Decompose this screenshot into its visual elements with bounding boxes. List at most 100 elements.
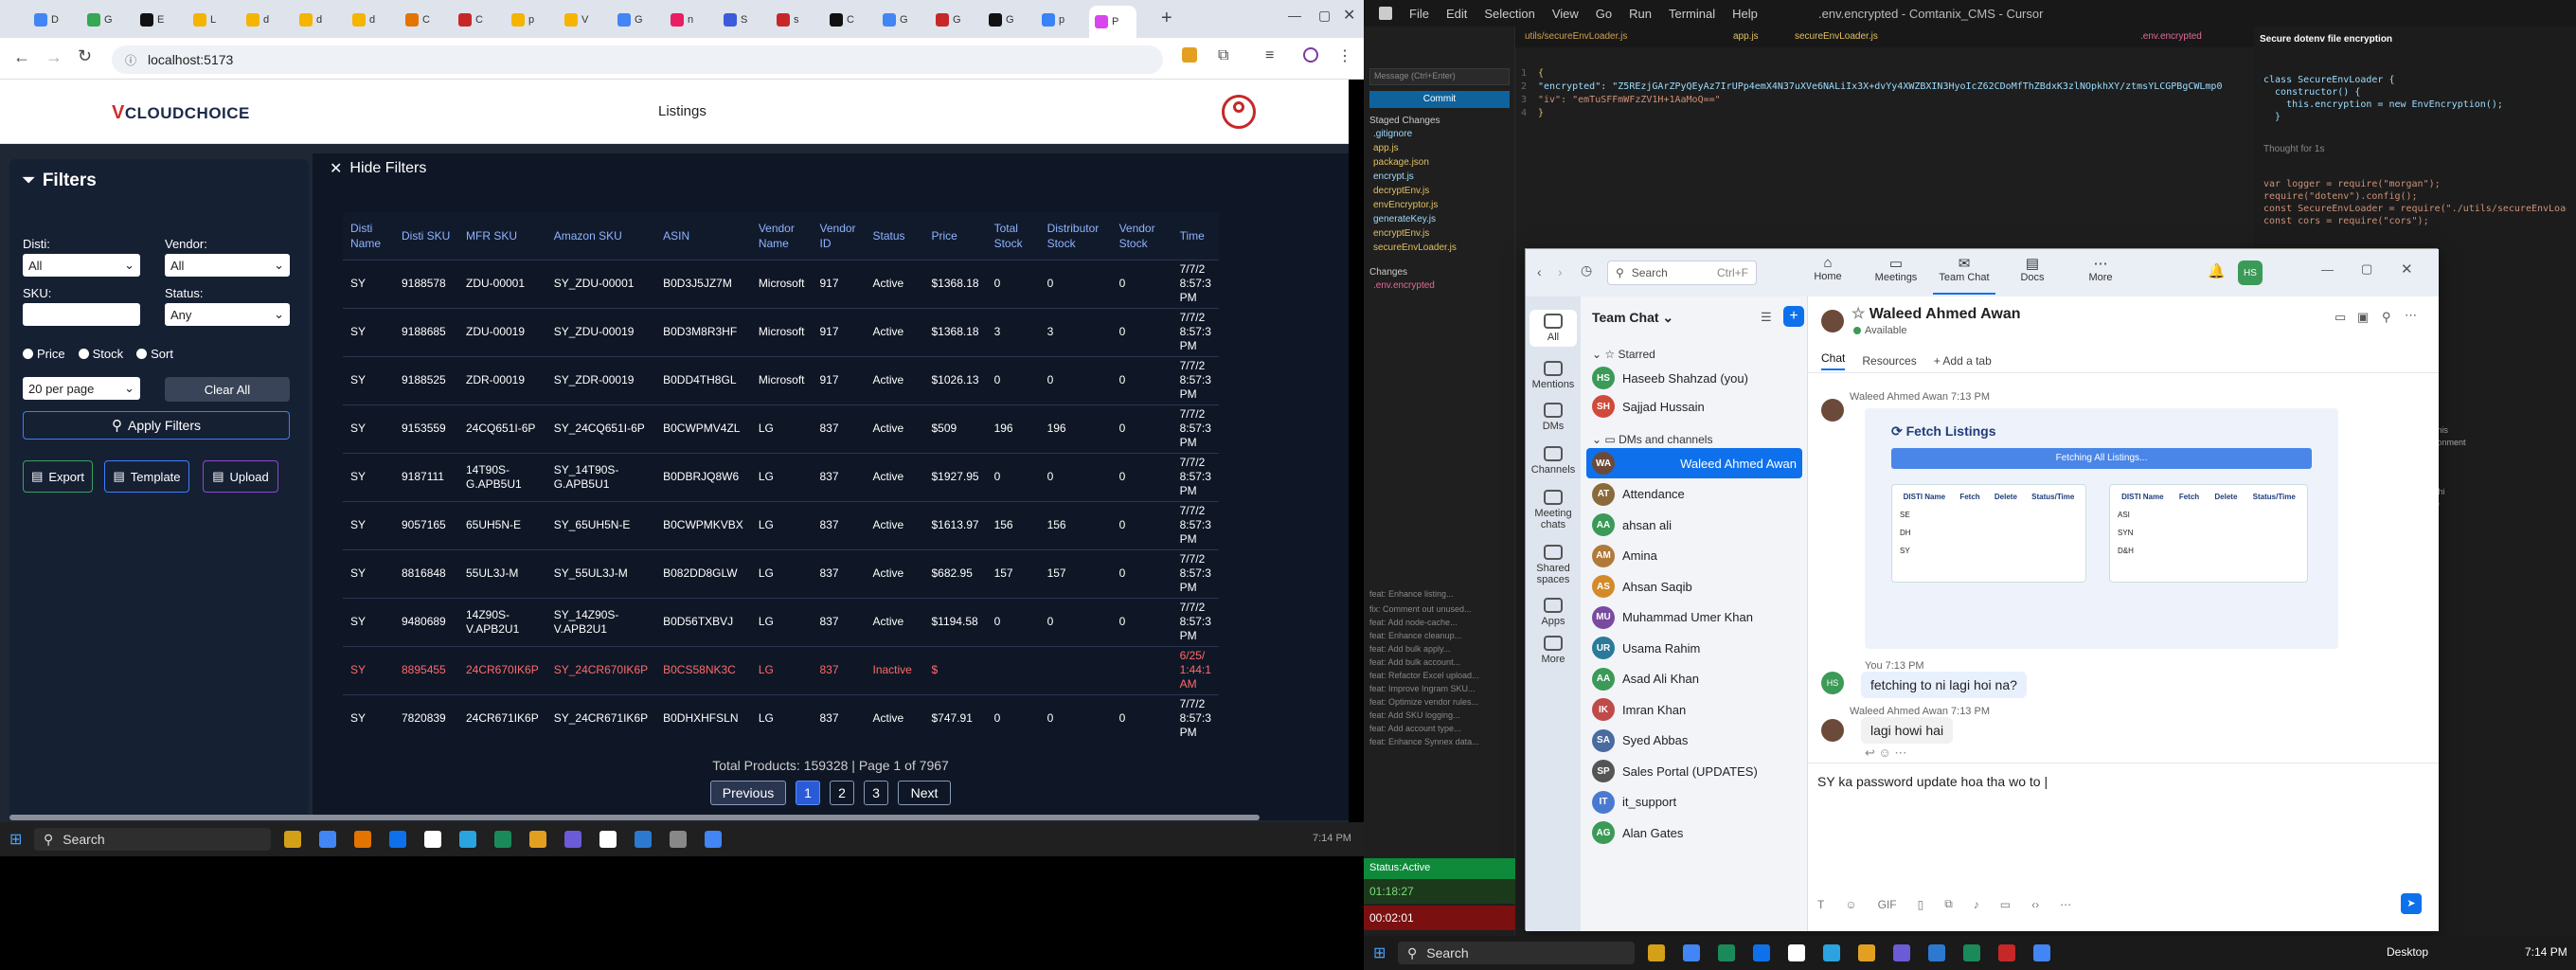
file-icon[interactable]: ▯: [1918, 898, 1924, 911]
sku-input[interactable]: [23, 303, 140, 326]
column-header[interactable]: ASIN: [655, 212, 751, 260]
browser-tab[interactable]: s: [771, 8, 818, 32]
browser-tab[interactable]: S: [718, 8, 765, 32]
browser-tab[interactable]: V: [559, 8, 606, 32]
column-header[interactable]: Status: [865, 212, 924, 260]
staged-file[interactable]: app.js: [1373, 143, 1399, 153]
table-row[interactable]: SY 9153559 24CQ651I-6P SY_24CQ651I-6P B0CWPM…: [343, 404, 1219, 453]
column-header[interactable]: Vendor Name: [750, 212, 813, 260]
radio-stock[interactable]: Stock: [78, 347, 123, 361]
browser-tab[interactable]: C: [400, 8, 447, 32]
chat-list-item[interactable]: SP Sales Portal (UPDATES): [1586, 756, 1802, 786]
taskbar-app-icon[interactable]: [1858, 944, 1875, 961]
taskbar-app-icon[interactable]: [389, 831, 406, 848]
staged-file[interactable]: encrypt.js: [1373, 171, 1414, 182]
taskbar-app-icon[interactable]: [284, 831, 301, 848]
rail-item[interactable]: Apps: [1526, 598, 1581, 627]
chat-list-item[interactable]: AS Ahsan Saqib: [1586, 571, 1802, 602]
tab-app[interactable]: app.js: [1733, 31, 1759, 42]
column-header[interactable]: Total Stock: [986, 212, 1040, 260]
chat-list-item[interactable]: WA Waleed Ahmed Awan: [1586, 448, 1802, 478]
next-button[interactable]: Next: [898, 781, 951, 805]
back-icon[interactable]: ←: [13, 47, 30, 67]
site-info-icon[interactable]: ⓘ: [125, 52, 136, 68]
menu-item[interactable]: File: [1409, 7, 1429, 21]
browser-tab[interactable]: P: [1089, 6, 1136, 38]
previous-button[interactable]: Previous: [710, 781, 786, 805]
browser-tab[interactable]: D: [28, 8, 76, 32]
format-icon[interactable]: T: [1817, 898, 1824, 911]
forward-icon[interactable]: →: [45, 47, 63, 67]
taskbar-app-icon[interactable]: [1963, 944, 1980, 961]
windows-start-icon[interactable]: ⊞: [1373, 943, 1386, 962]
taskbar-app-icon[interactable]: [2033, 944, 2050, 961]
taskbar-app-icon[interactable]: [424, 831, 441, 848]
taskbar-app-icon[interactable]: [635, 831, 652, 848]
page-3-button[interactable]: 3: [864, 781, 888, 805]
browser-tab[interactable]: G: [612, 8, 659, 32]
taskbar-app-icon[interactable]: [319, 831, 336, 848]
more-icon[interactable]: ⋯: [2060, 898, 2071, 911]
table-row[interactable]: SY 8816848 55UL3J-M SY_55UL3J-M B082DD8GLW LG…: [343, 548, 1219, 598]
chat-list-item[interactable]: SH Sajjad Hussain: [1586, 391, 1802, 422]
browser-tab[interactable]: G: [930, 8, 977, 32]
commit-message-input[interactable]: Message (Ctrl+Enter): [1369, 68, 1510, 85]
status-widget[interactable]: Status:Active: [1364, 858, 1515, 879]
rail-item[interactable]: Shared spaces: [1526, 545, 1581, 585]
taskbar-app-icon[interactable]: [494, 831, 511, 848]
taskbar-app-icon[interactable]: [354, 831, 371, 848]
column-header[interactable]: Disti Name: [343, 212, 394, 260]
maximize-icon[interactable]: ▢: [1318, 8, 1331, 24]
apply-filters-button[interactable]: ⚲ Apply Filters: [23, 411, 290, 440]
taskbar-app-icon[interactable]: [1998, 944, 2015, 961]
page-1-button[interactable]: 1: [796, 781, 820, 805]
taskbar-app-icon[interactable]: [1893, 944, 1910, 961]
table-row[interactable]: SY 9188578 ZDU-00001 SY_ZDU-00001 B0D3J5JZ7M…: [343, 259, 1219, 308]
browser-tab[interactable]: G: [81, 8, 129, 32]
chat-list-item[interactable]: MU Muhammad Umer Khan: [1586, 602, 1802, 633]
column-header[interactable]: Vendor ID: [812, 212, 866, 260]
changes-file[interactable]: .env.encrypted: [1373, 280, 1435, 291]
desktop-label[interactable]: Desktop: [2387, 945, 2428, 959]
shared-screenshot[interactable]: ⟳ Fetch Listings Fetching All Listings..…: [1865, 408, 2338, 649]
back-icon[interactable]: ‹: [1537, 264, 1542, 279]
extension-icon[interactable]: [1182, 47, 1197, 63]
taskbar-app-icon[interactable]: [599, 831, 617, 848]
browser-tab[interactable]: C: [453, 8, 500, 32]
browser-tab[interactable]: p: [506, 8, 553, 32]
code-icon[interactable]: ‹›: [2031, 898, 2039, 911]
table-row[interactable]: SY 9188525 ZDR-00019 SY_ZDR-00019 B0DD4TH8GL…: [343, 355, 1219, 404]
gif-icon[interactable]: GIF: [1878, 898, 1897, 911]
address-bar[interactable]: ⓘ localhost:5173: [112, 45, 1163, 74]
avatar[interactable]: [1821, 310, 1844, 332]
taskbar-app-icon[interactable]: [1718, 944, 1735, 961]
chat-list-item[interactable]: AA ahsan ali: [1586, 510, 1802, 540]
screen-icon[interactable]: ▣: [2357, 310, 2369, 325]
team-chat-heading[interactable]: Team Chat ⌄: [1592, 310, 1673, 326]
taskbar-app-icon[interactable]: [1753, 944, 1770, 961]
taskbar-app-icon[interactable]: [1823, 944, 1840, 961]
staged-changes-header[interactable]: Staged Changes: [1369, 116, 1440, 126]
staged-file[interactable]: secureEnvLoader.js: [1373, 242, 1457, 253]
maximize-icon[interactable]: ▢: [2361, 261, 2372, 277]
column-header[interactable]: Distributor Stock: [1039, 212, 1112, 260]
chat-list-item[interactable]: AM Amina: [1586, 541, 1802, 571]
table-row[interactable]: SY 9480689 14Z90S-V.APB2U1 SY_14Z90S-V.APB2…: [343, 597, 1219, 646]
menu-item[interactable]: View: [1552, 7, 1579, 21]
mic-icon[interactable]: ♪: [1974, 898, 1979, 911]
puzzle-icon[interactable]: ⧉: [1218, 47, 1228, 64]
column-header[interactable]: MFR SKU: [458, 212, 546, 260]
taskbar-app-icon[interactable]: [670, 831, 687, 848]
rail-item[interactable]: Mentions: [1526, 361, 1581, 390]
cloudchoice-logo[interactable]: VCLOUDCHOICE: [112, 102, 250, 124]
taskbar-app-icon[interactable]: [1683, 944, 1700, 961]
menu-item[interactable]: Help: [1732, 7, 1758, 21]
bell-icon[interactable]: 🔔: [2208, 262, 2226, 279]
tab-add[interactable]: + Add a tab: [1934, 354, 1992, 368]
rail-item[interactable]: More: [1526, 636, 1581, 665]
staged-file[interactable]: envEncryptor.js: [1373, 200, 1438, 210]
emoji-icon[interactable]: ☺: [1845, 898, 1856, 911]
menu-item[interactable]: Edit: [1446, 7, 1467, 21]
tab-file[interactable]: utils/secureEnvLoader.js: [1525, 31, 1627, 42]
video-icon[interactable]: ▭: [2334, 310, 2346, 325]
